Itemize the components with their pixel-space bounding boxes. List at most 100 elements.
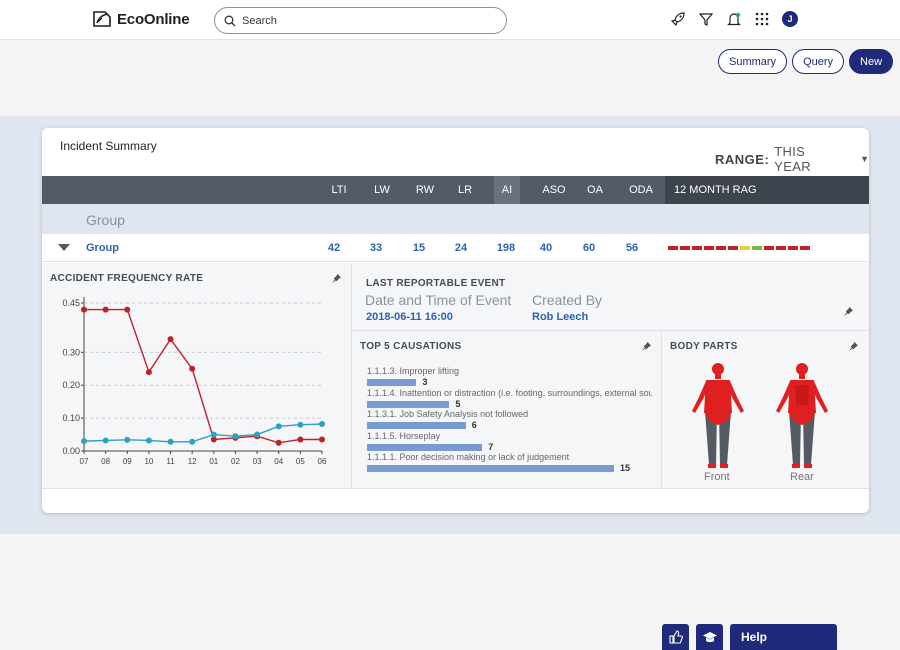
x-tick-label: 12 [188, 457, 197, 466]
x-tick-label: 01 [209, 457, 218, 466]
table-cell[interactable]: 56 [614, 242, 650, 254]
table-row[interactable]: Group 42 33 15 24 198 40 60 56 [42, 234, 869, 262]
causation-bar [367, 443, 483, 451]
column-header[interactable]: ASO [536, 176, 572, 204]
table-cell[interactable]: 40 [528, 242, 564, 254]
body-front-figure[interactable] [687, 361, 749, 471]
y-tick-label: 0.00 [62, 446, 80, 456]
column-header[interactable]: ODA [623, 176, 659, 204]
created-by-label: Created By [532, 292, 603, 308]
summary-button[interactable]: Summary [718, 49, 788, 74]
x-tick-label: 08 [101, 457, 110, 466]
apps-grid-icon[interactable] [754, 11, 770, 27]
table-cell[interactable]: 24 [443, 242, 479, 254]
causation-item[interactable]: 1.1.1.4. Inattention or distraction (i.e… [367, 388, 652, 409]
table-cell[interactable]: 33 [358, 242, 394, 254]
table-cell[interactable]: 60 [571, 242, 607, 254]
rear-label: Rear [790, 471, 814, 483]
body-rear-figure[interactable] [771, 361, 833, 471]
rag-segment [716, 246, 726, 250]
rocket-icon[interactable] [670, 11, 686, 27]
top-bar: EcoOnline J [0, 0, 900, 40]
column-header[interactable]: RW [407, 176, 443, 204]
causation-label: 1.1.1.3. Improper lifting [367, 366, 460, 376]
x-tick-label: 09 [123, 457, 132, 466]
rag-column-header: 12 MONTH RAG [665, 176, 869, 204]
search-box[interactable] [214, 7, 507, 34]
x-tick-label: 07 [80, 457, 89, 466]
pin-icon[interactable] [848, 341, 859, 352]
x-tick-label: 06 [318, 457, 327, 466]
rag-segment [800, 246, 810, 250]
group-name-link[interactable]: Group [86, 242, 119, 254]
x-tick-label: 11 [166, 457, 175, 466]
causation-bar [367, 400, 450, 408]
table-header: LTI LW RW LR AI ASO OA ODA 12 MONTH RAG [42, 176, 869, 204]
x-tick-label: 05 [296, 457, 305, 466]
column-header[interactable]: OA [577, 176, 613, 204]
series-line-0 [84, 308, 322, 444]
causation-item[interactable]: 1.1.1.3. Improper lifting 3 [367, 366, 652, 387]
causation-count: 5 [455, 399, 461, 409]
search-input[interactable] [242, 14, 482, 27]
user-avatar[interactable]: J [782, 11, 798, 27]
data-point [124, 436, 131, 443]
range-label: RANGE: [715, 151, 770, 167]
series-line-1 [83, 423, 323, 443]
rag-segment [740, 246, 750, 250]
panel-title: TOP 5 CAUSATIONS [360, 341, 462, 352]
data-point [145, 369, 152, 376]
data-point [297, 421, 304, 428]
data-point [275, 439, 282, 446]
data-point [210, 431, 217, 438]
causation-item[interactable]: 1.1.1.5. Horseplay 7 [367, 431, 652, 452]
causation-label: 1.1.1.5. Horseplay [367, 431, 441, 441]
rag-segment [764, 246, 774, 250]
causation-item[interactable]: 1.1.1.1. Poor decision making or lack of… [367, 452, 652, 473]
column-header[interactable]: LW [364, 176, 400, 204]
incident-summary-card: Incident Summary RANGE: THIS YEAR ▼ LTI … [42, 128, 869, 513]
causation-label: 1.1.1.1. Poor decision making or lack of… [367, 452, 570, 462]
thumbs-up-icon [668, 630, 683, 644]
learning-button[interactable] [696, 624, 723, 650]
column-header[interactable]: LTI [321, 176, 357, 204]
causation-count: 6 [471, 420, 477, 430]
created-by-link[interactable]: Rob Leech [532, 311, 588, 323]
data-point [319, 436, 325, 443]
data-point [145, 437, 152, 444]
app-logo[interactable]: EcoOnline [91, 9, 190, 29]
collapse-triangle-icon[interactable] [58, 244, 70, 251]
pin-icon[interactable] [641, 341, 652, 352]
range-selector[interactable]: RANGE: THIS YEAR ▼ [715, 144, 869, 174]
last-reportable-event-panel: LAST REPORTABLE EVENT Date and Time of E… [352, 263, 869, 331]
pin-icon[interactable] [843, 306, 854, 317]
help-button[interactable]: Help [730, 624, 837, 650]
query-button[interactable]: Query [792, 49, 845, 74]
card-title: Incident Summary [60, 139, 157, 153]
causation-item[interactable]: 1.1.3.1. Job Safety Analysis not followe… [367, 409, 652, 430]
rag-segment [692, 246, 702, 250]
causation-count: 7 [488, 442, 494, 452]
range-value: THIS YEAR [774, 144, 811, 174]
app-name: EcoOnline [117, 10, 190, 28]
divider [42, 488, 869, 489]
graduation-cap-icon [702, 632, 717, 643]
table-cell[interactable]: 42 [316, 242, 352, 254]
filter-icon[interactable] [698, 11, 714, 27]
search-icon [224, 15, 236, 26]
rag-segment [704, 246, 714, 250]
new-button[interactable]: New [849, 49, 894, 74]
bell-icon[interactable] [726, 11, 742, 27]
group-section-header: Group [42, 204, 869, 234]
table-cell[interactable]: 15 [401, 242, 437, 254]
chevron-down-icon: ▼ [860, 154, 869, 164]
afr-line-chart: 0.00 0.10 0.20 0.30 0.45 07 08 09 10 11 12 01 02 03 04… [62, 297, 327, 466]
panel-title: LAST REPORTABLE EVENT [366, 278, 506, 289]
column-header[interactable]: LR [447, 176, 483, 204]
panel-title: BODY PARTS [670, 341, 738, 352]
table-cell[interactable]: 198 [488, 242, 524, 254]
column-header[interactable]: AI [494, 176, 520, 204]
rag-segment [728, 246, 738, 250]
feedback-button[interactable] [662, 624, 689, 650]
data-point [189, 438, 196, 445]
